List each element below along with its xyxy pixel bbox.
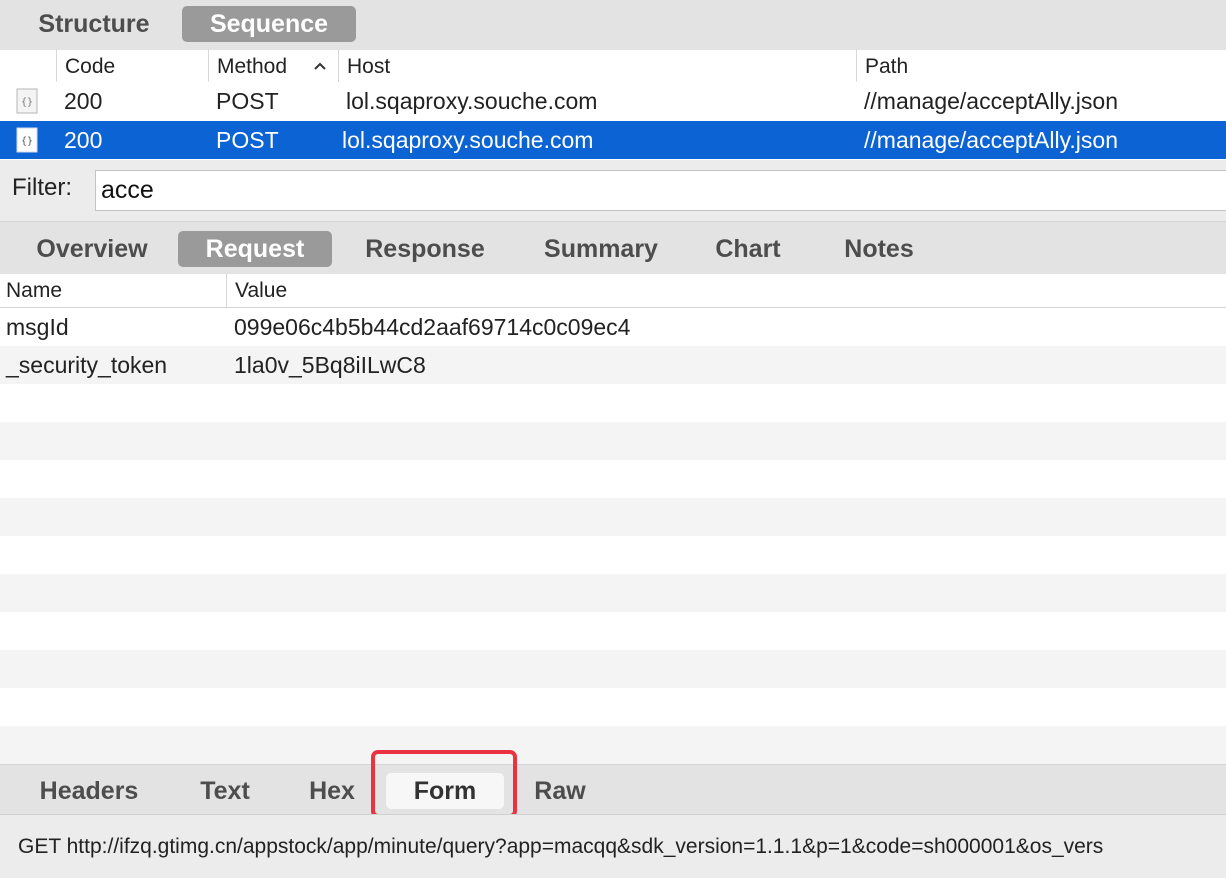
json-file-icon: {} [16, 88, 38, 114]
tab-chart[interactable]: Chart [700, 231, 796, 267]
json-file-icon: {} [16, 127, 38, 153]
request-table-header: Code Method Host Path [0, 50, 1226, 84]
request-path: //manage/acceptAlly.json [864, 127, 1118, 153]
request-code: 200 [64, 127, 103, 153]
tab-text[interactable]: Text [180, 773, 270, 809]
column-header-host[interactable]: Host [338, 50, 856, 83]
svg-text:{}: {} [21, 97, 33, 108]
tab-raw[interactable]: Raw [520, 773, 600, 809]
table-row[interactable]: _security_token 1la0v_5Bq8iILwC8 [0, 346, 1226, 384]
request-method: POST [216, 127, 279, 153]
filter-input[interactable]: acce [95, 170, 1226, 211]
status-url: GET http://ifzq.gtimg.cn/appstock/app/mi… [18, 835, 1104, 858]
param-value: 099e06c4b5b44cd2aaf69714c0c09ec4 [234, 314, 631, 340]
body-view-tab-bar: Headers Text Hex Form Raw [0, 764, 1226, 814]
tab-overview[interactable]: Overview [22, 231, 162, 267]
request-path: //manage/acceptAlly.json [864, 88, 1118, 114]
svg-text:{}: {} [21, 136, 33, 147]
table-row[interactable]: msgId 099e06c4b5b44cd2aaf69714c0c09ec4 [0, 308, 1226, 346]
request-method: POST [216, 88, 279, 114]
sort-ascending-icon[interactable] [312, 58, 328, 74]
detail-tab-bar: Overview Request Response Summary Chart … [0, 222, 1226, 274]
tab-headers[interactable]: Headers [22, 773, 156, 809]
tab-structure[interactable]: Structure [18, 6, 170, 42]
column-header-path[interactable]: Path [856, 50, 1226, 83]
tab-request[interactable]: Request [178, 231, 332, 267]
highlight-annotation [371, 750, 517, 818]
request-code: 200 [64, 88, 103, 114]
status-bar: GET http://ifzq.gtimg.cn/appstock/app/mi… [0, 814, 1226, 878]
tab-summary[interactable]: Summary [526, 231, 676, 267]
request-row[interactable]: {} 200 POST lol.sqaproxy.souche.com //ma… [0, 82, 1226, 120]
request-host: lol.sqaproxy.souche.com [342, 127, 594, 153]
tab-hex[interactable]: Hex [294, 773, 370, 809]
view-tab-bar: Structure Sequence [0, 0, 1226, 50]
request-row-selected[interactable]: {} 200 POST lol.sqaproxy.souche.com //ma… [0, 121, 1226, 159]
param-value: 1la0v_5Bq8iILwC8 [234, 352, 426, 378]
param-name: msgId [6, 314, 69, 340]
tab-notes[interactable]: Notes [826, 231, 932, 267]
form-table-header: Name Value [0, 274, 1226, 308]
column-header-name[interactable]: Name [0, 274, 226, 307]
column-header-code[interactable]: Code [56, 50, 208, 83]
param-name: _security_token [6, 352, 168, 378]
filter-label: Filter: [12, 174, 72, 201]
column-header-value[interactable]: Value [226, 274, 1226, 307]
filter-bar: Filter: acce [0, 160, 1226, 222]
form-table-body: msgId 099e06c4b5b44cd2aaf69714c0c09ec4 _… [0, 308, 1226, 764]
tab-sequence[interactable]: Sequence [182, 6, 356, 42]
tab-response[interactable]: Response [348, 231, 502, 267]
request-host: lol.sqaproxy.souche.com [346, 88, 598, 114]
